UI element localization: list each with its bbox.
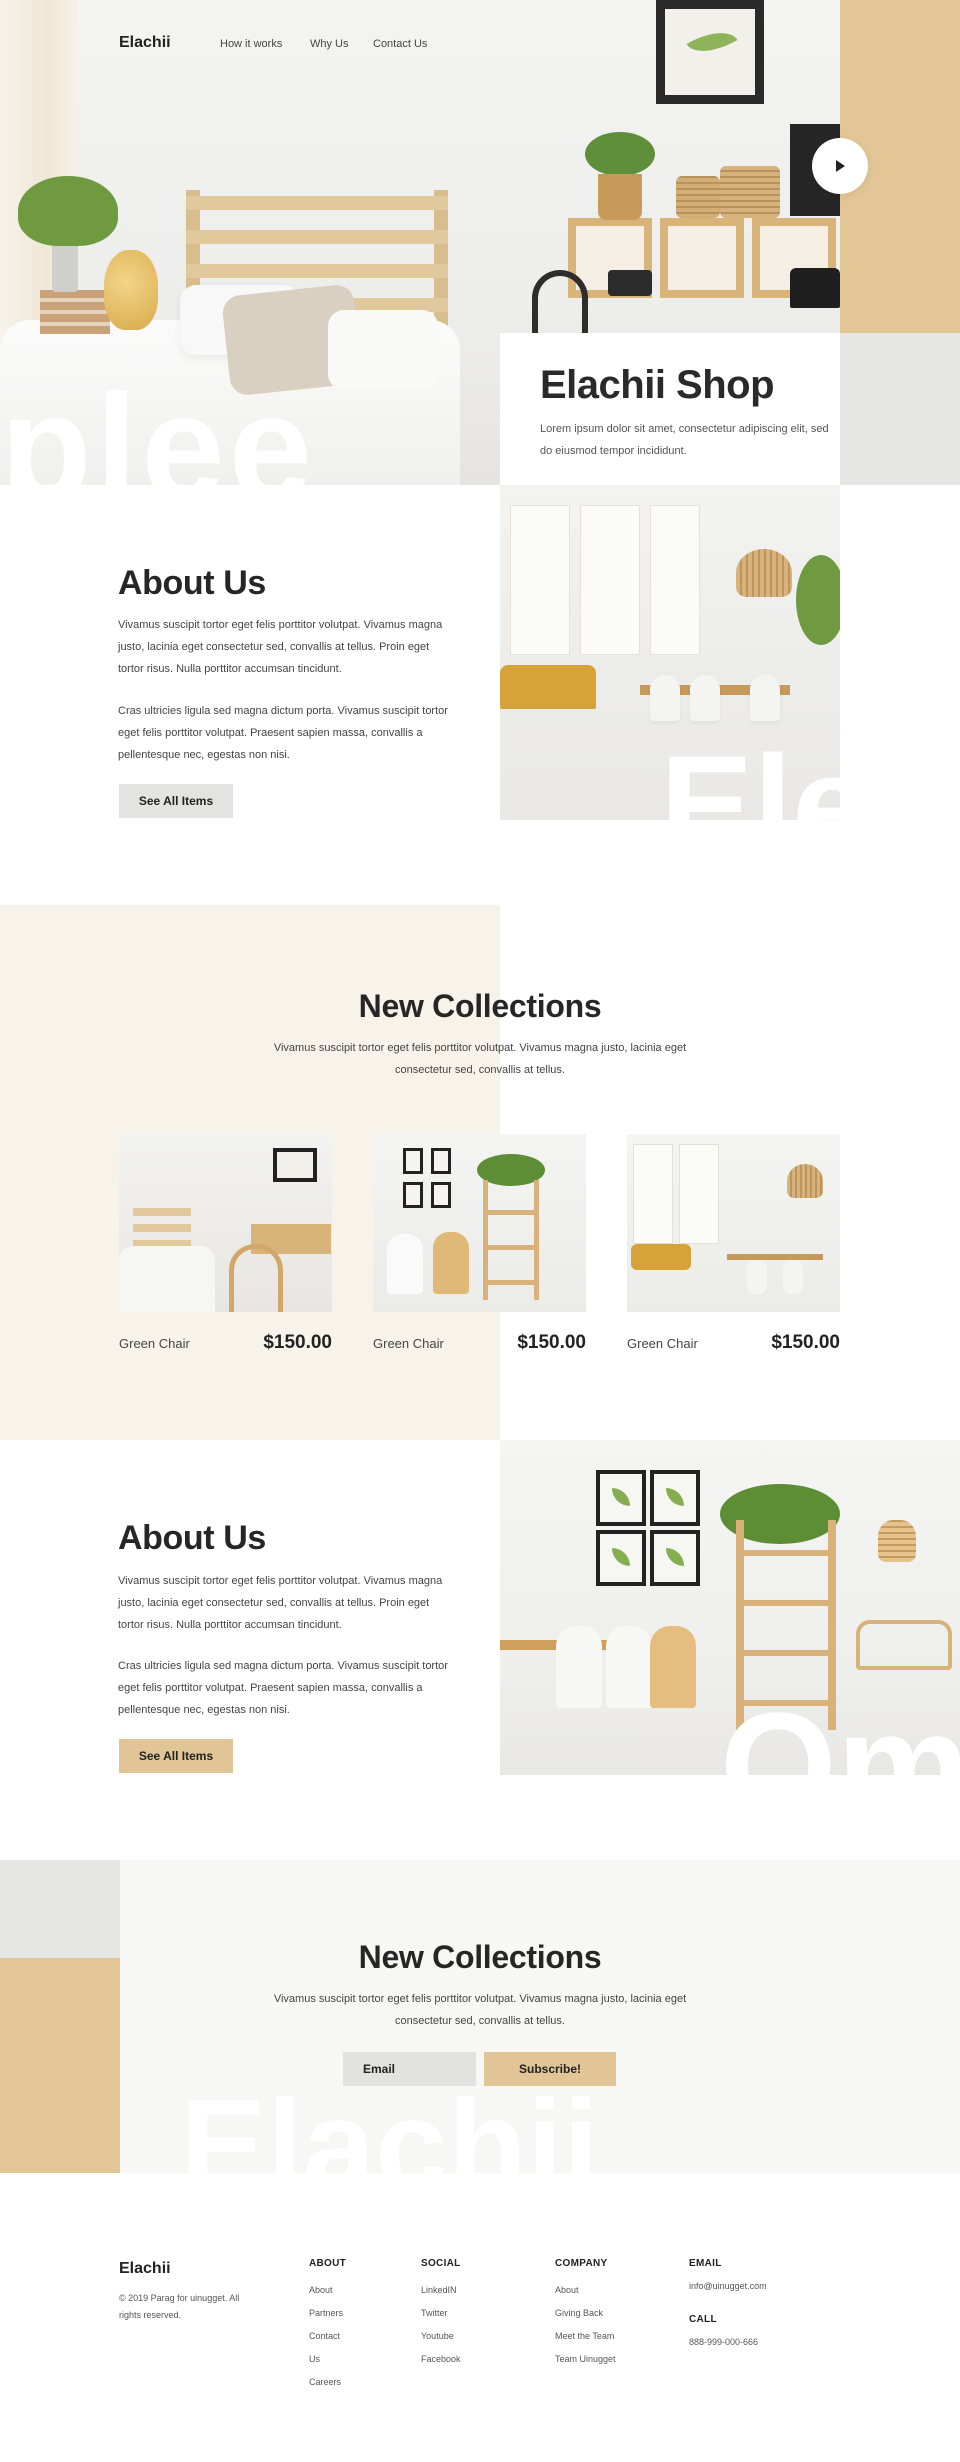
hero-basket xyxy=(720,166,780,218)
collections-subtitle: Vivamus suscipit tortor eget felis portt… xyxy=(0,1037,960,1081)
about-image: Om xyxy=(500,1440,960,1775)
footer-heading: EMAIL xyxy=(689,2258,722,2269)
product-price: $150.00 xyxy=(517,1332,586,1353)
subscribe-button[interactable]: Subscribe! xyxy=(484,2052,616,2086)
newsletter-subtitle: Vivamus suscipit tortor eget felis portt… xyxy=(0,1988,960,2032)
product-image[interactable] xyxy=(627,1134,840,1312)
footer-link[interactable]: About xyxy=(555,2279,616,2302)
footer-column-about: ABOUT About Partners Contact Us Careers xyxy=(309,2258,346,2394)
hero-title-card: Elachii Shop Lorem ipsum dolor sit amet,… xyxy=(500,333,840,485)
newsletter-subtitle-line: Vivamus suscipit tortor eget felis portt… xyxy=(273,1993,687,2005)
footer-logo[interactable]: Elachii xyxy=(119,2260,171,2278)
product-price: $150.00 xyxy=(263,1332,332,1353)
footer-heading: CALL xyxy=(689,2314,717,2325)
about-paragraph: Cras ultricies ligula sed magna dictum p… xyxy=(118,705,448,761)
hero-basket xyxy=(676,176,720,218)
hero-accent-block xyxy=(840,333,960,485)
product-name: Green Chair xyxy=(119,1336,190,1351)
footer-column-social: SOCIAL LinkedIN Twitter Youtube Facebook xyxy=(421,2258,461,2371)
hero-camera xyxy=(608,270,652,296)
footer-email-link[interactable]: info@uinugget.com xyxy=(689,2275,767,2298)
see-all-items-button[interactable]: See All Items xyxy=(119,784,233,818)
newsletter-ghost-text: Elachii xyxy=(180,2080,600,2173)
play-icon xyxy=(836,160,845,172)
hero-shelf-plant xyxy=(585,132,655,176)
footer-link[interactable]: Meet the Team xyxy=(555,2325,616,2348)
footer-link[interactable]: Giving Back xyxy=(555,2302,616,2325)
about-ghost-text: Ele xyxy=(660,735,840,820)
hero-title: Elachii Shop xyxy=(540,363,775,407)
footer-link[interactable]: About xyxy=(309,2279,346,2302)
footer-link[interactable]: Us xyxy=(309,2348,346,2371)
footer-copyright: © 2019 Parag for uinugget. All rights re… xyxy=(119,2293,240,2320)
about-title: About Us xyxy=(118,564,266,602)
about-paragraph: Vivamus suscipit tortor eget felis portt… xyxy=(118,619,443,675)
collections-subtitle-line: Vivamus suscipit tortor eget felis portt… xyxy=(273,1042,687,1054)
about-image: Ele xyxy=(500,485,840,820)
product-price: $150.00 xyxy=(771,1332,840,1353)
footer-link-facebook[interactable]: Facebook xyxy=(421,2348,461,2371)
see-all-items-button[interactable]: See All Items xyxy=(119,1739,233,1773)
collections-subtitle-line: consectetur sed, convallis at tellus. xyxy=(395,1064,565,1076)
hero-section: plee Elachii Shop Lorem ipsum dolor sit … xyxy=(0,0,960,485)
product-card[interactable]: Green Chair $150.00 xyxy=(119,1134,332,1353)
collections-title: New Collections xyxy=(358,988,602,1024)
hero-books xyxy=(40,290,110,334)
hero-ghost-text: plee xyxy=(0,372,317,485)
footer-link-twitter[interactable]: Twitter xyxy=(421,2302,461,2325)
product-name: Green Chair xyxy=(627,1336,698,1351)
footer-link[interactable]: Team Uinugget xyxy=(555,2348,616,2371)
about-title: About Us xyxy=(118,1519,266,1557)
email-input[interactable] xyxy=(343,2052,476,2086)
footer-link[interactable]: Partners xyxy=(309,2302,346,2325)
nav-link-why-us[interactable]: Why Us xyxy=(310,38,349,50)
hero-typewriter xyxy=(790,268,840,308)
product-card[interactable]: Green Chair $150.00 xyxy=(627,1134,840,1353)
about-paragraph: Vivamus suscipit tortor eget felis portt… xyxy=(118,1575,443,1631)
footer-link[interactable]: Contact xyxy=(309,2325,346,2348)
footer-phone-link[interactable]: 888-999-000-666 xyxy=(689,2331,767,2354)
newsletter-title: New Collections xyxy=(358,1939,602,1975)
footer-heading: COMPANY xyxy=(555,2258,608,2269)
footer-link-linkedin[interactable]: LinkedIN xyxy=(421,2279,461,2302)
about-paragraph: Cras ultricies ligula sed magna dictum p… xyxy=(118,1660,448,1716)
footer-heading: ABOUT xyxy=(309,2258,347,2269)
footer-heading: SOCIAL xyxy=(421,2258,461,2269)
newsletter-subtitle-line: consectetur sed, convallis at tellus. xyxy=(395,2015,565,2027)
footer-column-company: COMPANY About Giving Back Meet the Team … xyxy=(555,2258,616,2371)
nav-logo[interactable]: Elachii xyxy=(119,34,171,52)
hero-wall-frame xyxy=(656,0,764,104)
product-card[interactable]: Green Chair $150.00 xyxy=(373,1134,586,1353)
product-image[interactable] xyxy=(373,1134,586,1312)
play-button[interactable] xyxy=(812,138,868,194)
about-ghost-text: Om xyxy=(720,1690,960,1775)
product-image[interactable] xyxy=(119,1134,332,1312)
footer-link-youtube[interactable]: Youtube xyxy=(421,2325,461,2348)
nav-link-contact-us[interactable]: Contact Us xyxy=(373,38,427,50)
hero-lamp xyxy=(104,250,158,330)
hero-shelf-pot xyxy=(598,174,642,220)
hero-plant xyxy=(18,176,118,246)
hero-description: Lorem ipsum dolor sit amet, consectetur … xyxy=(540,423,829,457)
nav-link-how-it-works[interactable]: How it works xyxy=(220,38,282,50)
product-name: Green Chair xyxy=(373,1336,444,1351)
footer-link[interactable]: Careers xyxy=(309,2371,346,2394)
footer-column-contact: EMAIL info@uinugget.com CALL 888-999-000… xyxy=(689,2258,767,2354)
